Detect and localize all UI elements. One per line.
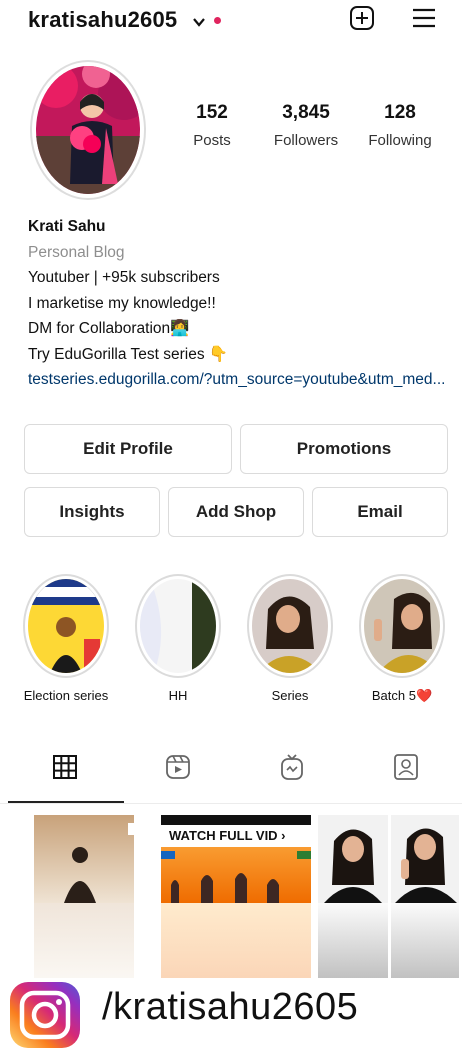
tagged-icon[interactable] xyxy=(391,752,421,782)
post-reflection xyxy=(34,903,134,978)
stat-following[interactable]: 128 Following xyxy=(360,102,440,149)
add-shop-button[interactable]: Add Shop xyxy=(168,487,304,537)
new-post-icon[interactable] xyxy=(348,4,376,32)
promotions-button[interactable]: Promotions xyxy=(240,424,448,474)
highlight-ring xyxy=(23,574,109,678)
profile-avatar[interactable] xyxy=(30,60,146,200)
highlight-ring xyxy=(359,574,445,678)
profile-name: Krati Sahu xyxy=(28,218,106,235)
post-thumbnail[interactable] xyxy=(391,815,459,903)
post-thumbnail[interactable] xyxy=(34,815,134,903)
post-reflection xyxy=(161,903,311,978)
grid-icon[interactable] xyxy=(50,752,80,782)
post-video-banner: WATCH FULL VID › xyxy=(169,828,286,843)
post-thumbnail[interactable]: WATCH FULL VID › xyxy=(161,815,311,903)
post-reflection xyxy=(318,903,388,978)
stat-label: Posts xyxy=(193,132,231,149)
bio-link[interactable]: testseries.edugorilla.com/?utm_source=yo… xyxy=(28,367,448,393)
highlight-batch-5[interactable]: Batch 5❤️ xyxy=(355,574,449,704)
notification-dot xyxy=(214,17,221,24)
reels-icon[interactable] xyxy=(163,752,193,782)
bio-line: Try EduGorilla Test series 👇 xyxy=(28,345,229,363)
bio-line: Youtuber | +95k subscribers xyxy=(28,269,220,286)
post-thumbnail[interactable] xyxy=(318,815,388,903)
highlight-cover xyxy=(140,579,216,673)
profile-username[interactable]: kratisahu2605 xyxy=(28,7,177,33)
stat-value: 152 xyxy=(196,102,228,123)
stat-followers[interactable]: 3,845 Followers xyxy=(266,102,346,149)
highlight-label: Series xyxy=(271,688,309,703)
tab-divider xyxy=(0,803,462,804)
insights-button[interactable]: Insights xyxy=(24,487,160,537)
highlight-election-series[interactable]: Election series xyxy=(19,574,113,703)
menu-icon[interactable] xyxy=(410,6,438,30)
highlight-cover xyxy=(364,579,440,673)
profile-category: Personal Blog xyxy=(28,243,125,261)
highlight-label: Election series xyxy=(23,688,109,703)
stat-value: 3,845 xyxy=(282,102,330,123)
highlight-label: Batch 5❤️ xyxy=(371,688,433,703)
stat-label: Followers xyxy=(273,132,339,149)
avatar-photo xyxy=(36,66,140,194)
email-button[interactable]: Email xyxy=(312,487,448,537)
bio-line: I marketise my knowledge!! xyxy=(28,294,216,312)
profile-bio: Krati Sahu Personal Blog Youtuber | +95k… xyxy=(28,214,448,393)
igtv-icon[interactable] xyxy=(277,752,307,782)
watermark-handle: /kratisahu2605 xyxy=(102,986,359,1028)
highlight-label: HH xyxy=(168,688,188,703)
stat-posts[interactable]: 152 Posts xyxy=(172,102,252,149)
stat-value: 128 xyxy=(384,102,416,123)
edit-profile-button[interactable]: Edit Profile xyxy=(24,424,232,474)
highlight-hh[interactable]: HH xyxy=(131,574,225,703)
highlight-ring xyxy=(247,574,333,678)
bio-line: DM for Collaboration👩‍💻 xyxy=(28,320,190,337)
chevron-down-icon[interactable] xyxy=(192,15,206,29)
highlight-ring xyxy=(135,574,221,678)
highlight-cover xyxy=(28,579,104,673)
top-bar: kratisahu2605 xyxy=(0,0,462,48)
stat-label: Following xyxy=(368,132,432,149)
highlight-cover xyxy=(252,579,328,673)
highlight-series[interactable]: Series xyxy=(243,574,337,703)
post-reflection xyxy=(391,903,459,978)
instagram-logo-icon xyxy=(10,982,80,1048)
